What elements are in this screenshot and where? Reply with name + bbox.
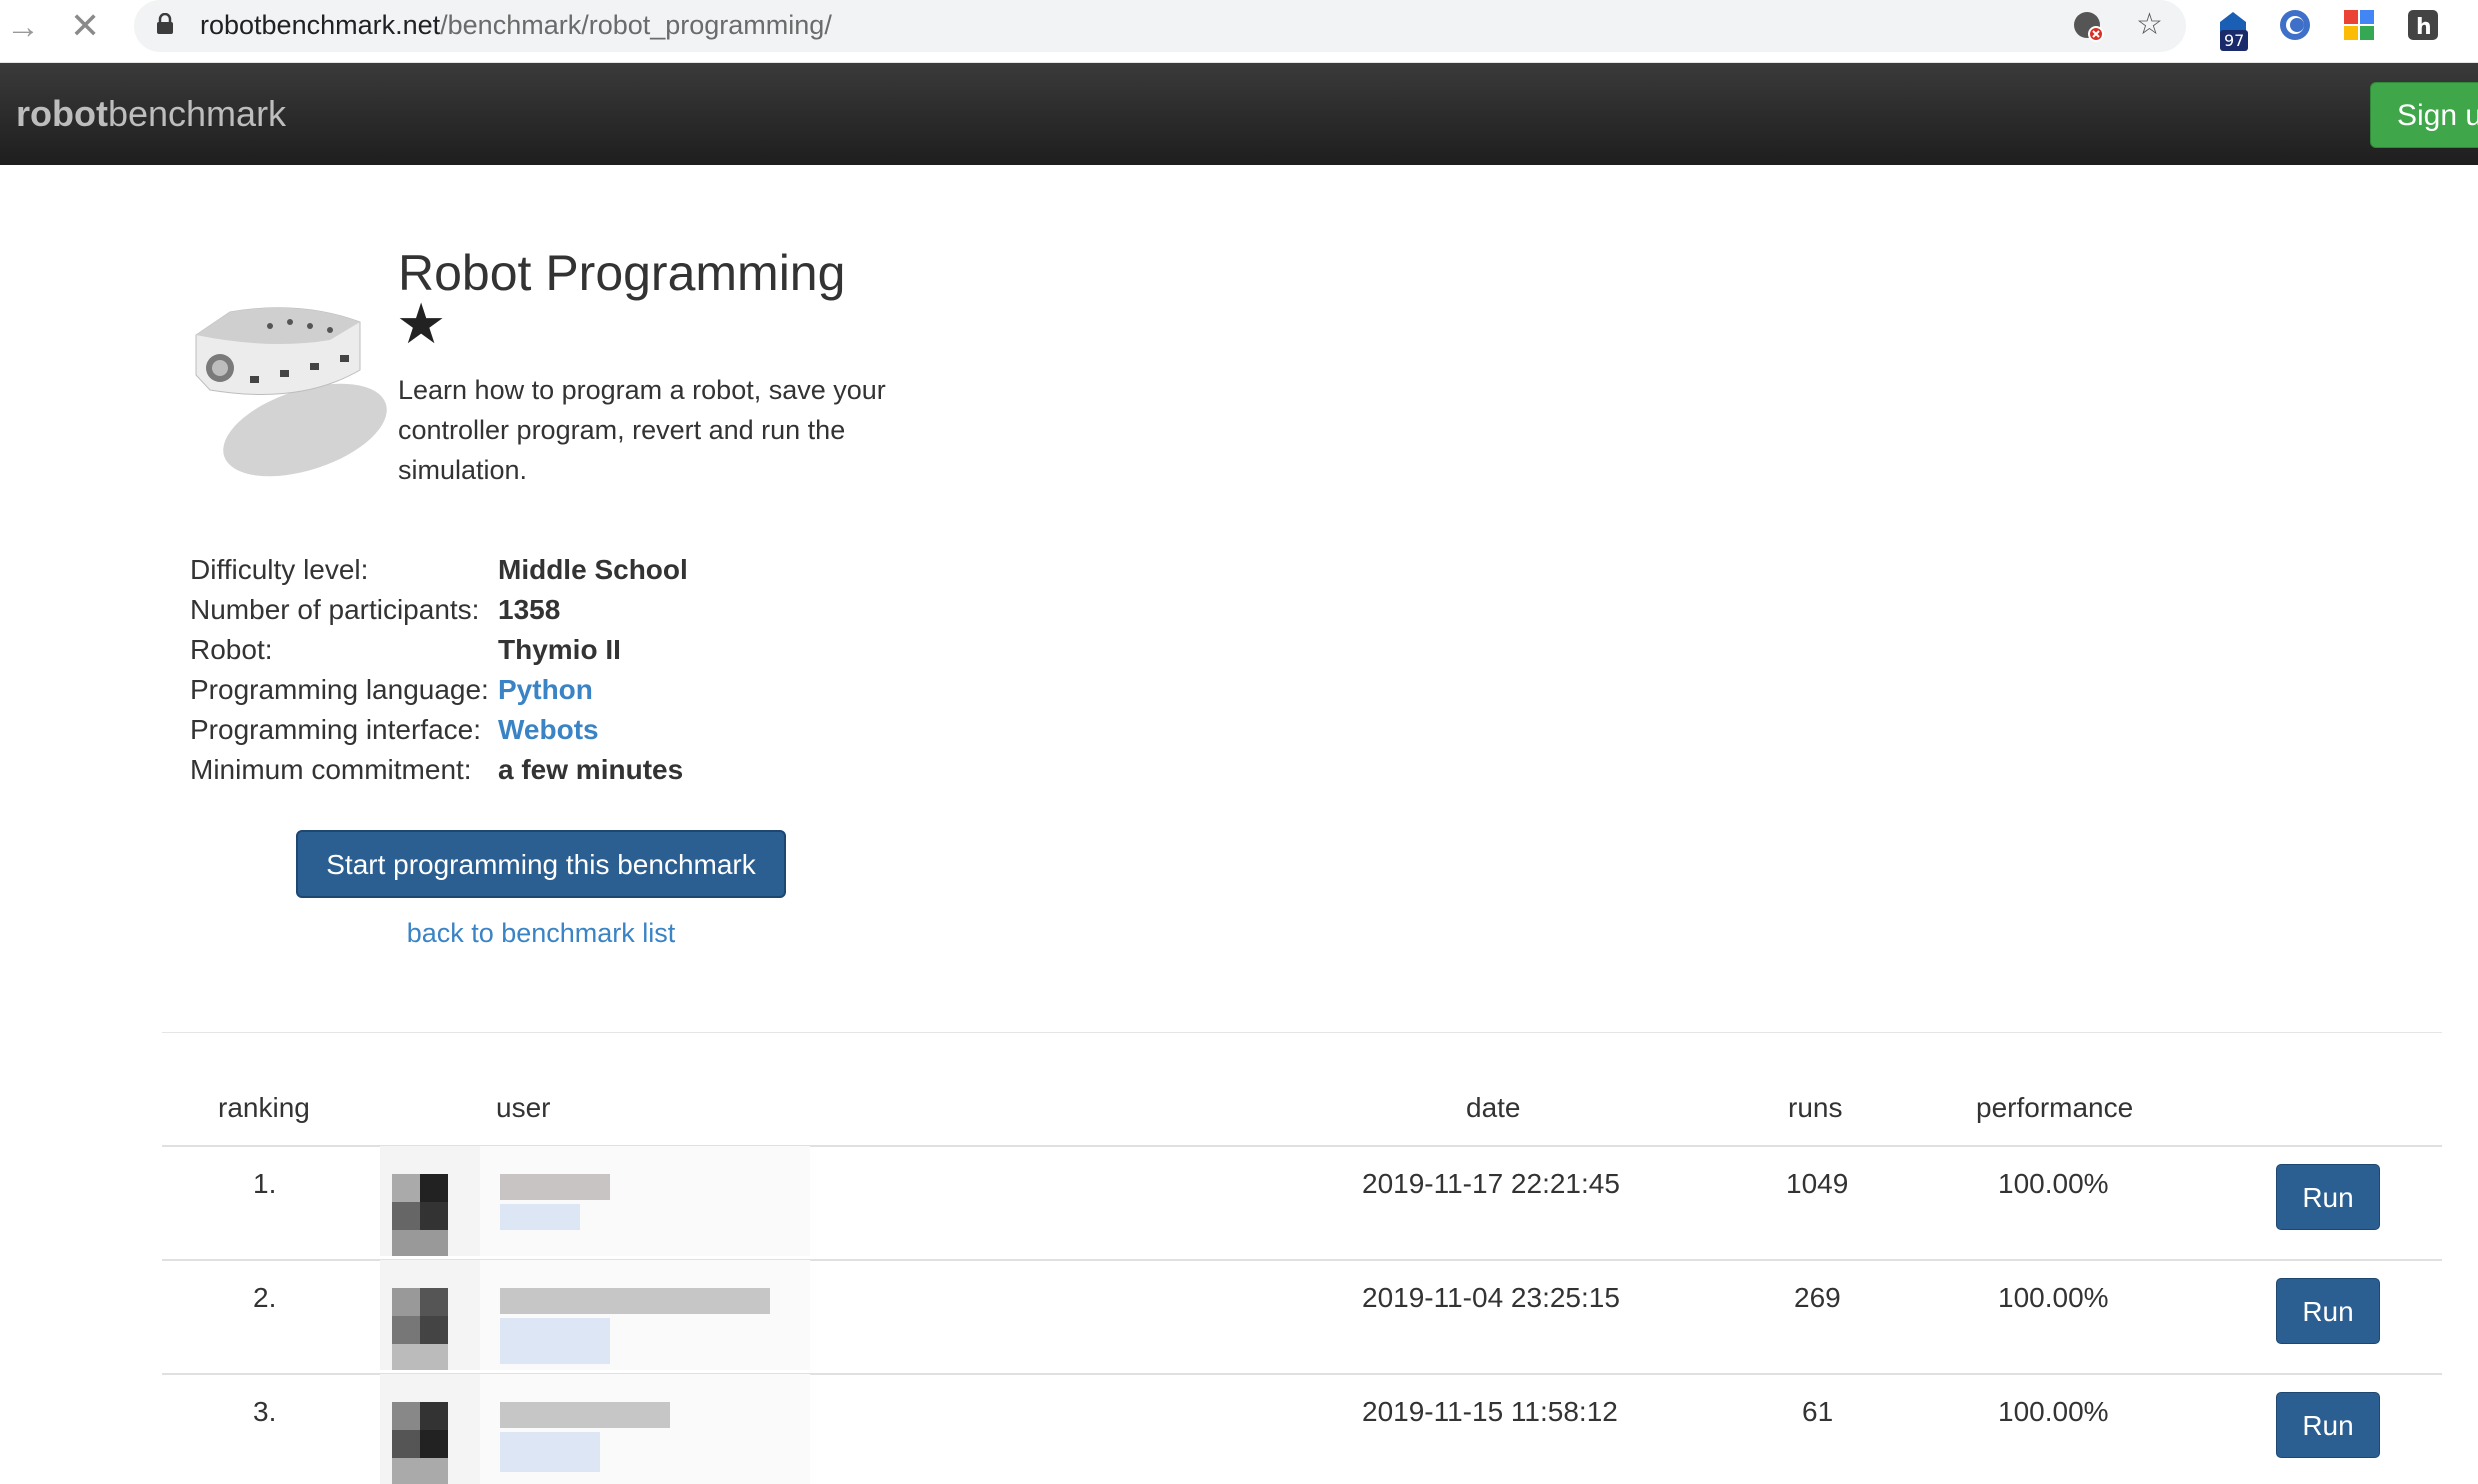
user-avatar-blurred[interactable] bbox=[380, 1374, 490, 1484]
info-label: Programming language: bbox=[190, 674, 489, 705]
ranking-cell: 1. bbox=[253, 1168, 277, 1199]
column-header-performance: performance bbox=[1976, 1092, 2134, 1123]
lock-icon bbox=[157, 13, 173, 34]
column-header-date: date bbox=[1466, 1092, 1521, 1123]
star-outline-icon[interactable]: ☆ bbox=[2136, 10, 2163, 40]
translate-icon[interactable] bbox=[2072, 10, 2106, 44]
browser-toolbar: → ✕ robotbenchmark.net/benchmark/robot_p… bbox=[0, 0, 2478, 63]
close-icon[interactable]: ✕ bbox=[70, 8, 100, 44]
runs-cell: 61 bbox=[1802, 1396, 1834, 1427]
info-label: Robot: bbox=[190, 634, 273, 665]
column-header-ranking: ranking bbox=[218, 1092, 310, 1123]
svg-text:h: h bbox=[2416, 15, 2432, 40]
section-divider bbox=[162, 1032, 2442, 1033]
signup-button[interactable]: Sign u bbox=[2370, 82, 2478, 148]
info-label: Difficulty level: bbox=[190, 554, 369, 585]
info-label: Programming interface: bbox=[190, 714, 482, 745]
language-link[interactable]: Python bbox=[498, 670, 593, 710]
brand-rest: benchmark bbox=[107, 93, 287, 134]
user-avatar-blurred[interactable] bbox=[380, 1260, 490, 1370]
ranking-cell: 2. bbox=[253, 1282, 277, 1313]
brand-logo[interactable]: robotbenchmark bbox=[16, 93, 286, 135]
robot-image bbox=[195, 307, 387, 477]
arrow-right-icon[interactable]: → bbox=[6, 10, 40, 44]
performance-cell: 100.00% bbox=[1998, 1282, 2109, 1313]
benchmark-description: Learn how to program a robot, save your … bbox=[398, 375, 886, 485]
info-label: Minimum commitment: bbox=[190, 754, 472, 785]
url-path: /benchmark/robot_programming/ bbox=[440, 10, 832, 40]
interface-link[interactable]: Webots bbox=[498, 710, 599, 750]
run-button[interactable]: Run bbox=[2276, 1278, 2380, 1344]
info-label: Number of participants: bbox=[190, 594, 480, 625]
info-value: Middle School bbox=[498, 554, 688, 585]
brand-bold: robot bbox=[16, 93, 108, 134]
info-value: a few minutes bbox=[498, 754, 684, 785]
date-cell: 2019-11-17 22:21:45 bbox=[1362, 1168, 1620, 1199]
url-text[interactable]: robotbenchmark.net/benchmark/robot_progr… bbox=[200, 10, 832, 41]
performance-cell: 100.00% bbox=[1998, 1396, 2109, 1427]
info-value: Thymio II bbox=[498, 634, 621, 665]
extension-icon[interactable] bbox=[2342, 8, 2376, 42]
ranking-cell: 3. bbox=[253, 1396, 277, 1427]
user-name-blurred[interactable] bbox=[480, 1146, 810, 1256]
date-cell: 2019-11-15 11:58:12 bbox=[1362, 1396, 1618, 1427]
extension-icon[interactable] bbox=[2278, 8, 2312, 42]
run-button[interactable]: Run bbox=[2276, 1164, 2380, 1230]
back-to-list-link[interactable]: back to benchmark list bbox=[296, 918, 786, 949]
extension-badge: 97 bbox=[2220, 30, 2249, 51]
star-icon: ★ bbox=[396, 292, 447, 355]
page-title: Robot Programming bbox=[398, 245, 846, 301]
runs-cell: 1049 bbox=[1786, 1168, 1849, 1199]
url-host: robotbenchmark.net bbox=[200, 10, 441, 40]
runs-cell: 269 bbox=[1794, 1282, 1841, 1313]
run-button[interactable]: Run bbox=[2276, 1392, 2380, 1458]
extension-icon[interactable]: h bbox=[2406, 8, 2440, 42]
column-header-runs: runs bbox=[1788, 1092, 1843, 1123]
date-cell: 2019-11-04 23:25:15 bbox=[1362, 1282, 1620, 1313]
start-programming-button[interactable]: Start programming this benchmark bbox=[296, 830, 786, 898]
user-name-blurred[interactable] bbox=[480, 1260, 810, 1370]
column-header-user: user bbox=[496, 1092, 551, 1123]
user-avatar-blurred[interactable] bbox=[380, 1146, 490, 1256]
info-value: 1358 bbox=[498, 594, 561, 625]
site-navbar: robotbenchmark Sign u bbox=[0, 63, 2478, 165]
user-name-blurred[interactable] bbox=[480, 1374, 810, 1484]
performance-cell: 100.00% bbox=[1998, 1168, 2109, 1199]
